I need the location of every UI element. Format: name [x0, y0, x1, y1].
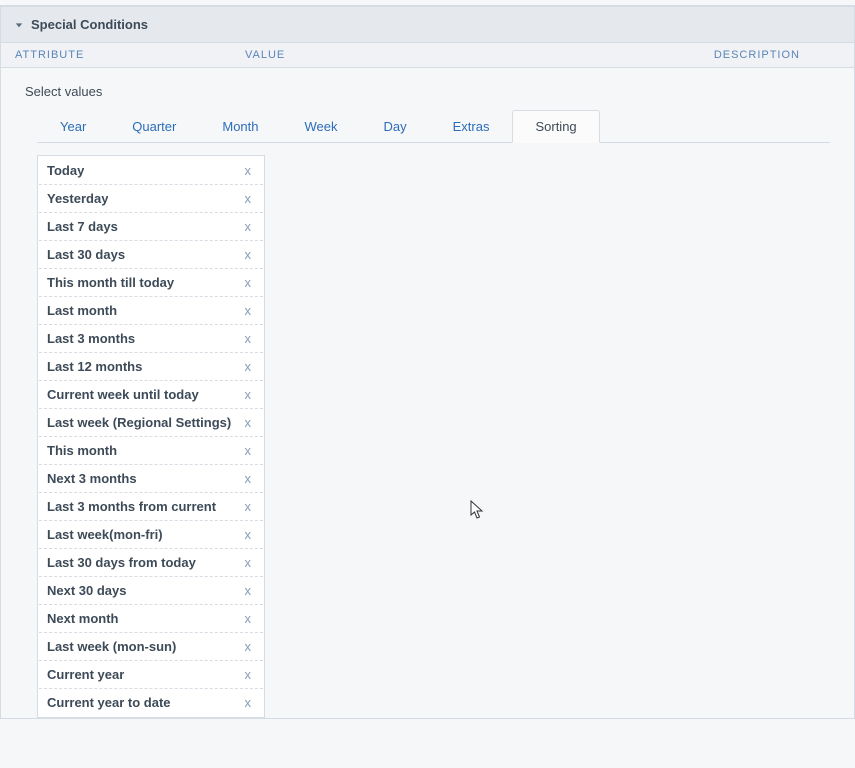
list-item[interactable]: Last 30 days from today x: [39, 549, 263, 577]
remove-icon[interactable]: x: [243, 359, 254, 374]
list-item-label: Current year to date: [47, 695, 171, 710]
list-item-label: Last 3 months from current: [47, 499, 216, 514]
remove-icon[interactable]: x: [243, 163, 254, 178]
list-item[interactable]: Next month x: [39, 605, 263, 633]
tab-sorting[interactable]: Sorting: [512, 110, 599, 143]
list-item-label: This month till today: [47, 275, 174, 290]
panel-header[interactable]: Special Conditions: [1, 7, 854, 43]
tab-extras[interactable]: Extras: [430, 110, 513, 143]
tab-day[interactable]: Day: [361, 110, 430, 143]
remove-icon[interactable]: x: [243, 275, 254, 290]
collapse-icon: [15, 17, 23, 32]
remove-icon[interactable]: x: [243, 443, 254, 458]
remove-icon[interactable]: x: [243, 639, 254, 654]
tabs-bar: YearQuarterMonthWeekDayExtrasSorting: [37, 109, 830, 143]
column-header-attribute: ATTRIBUTE: [15, 49, 245, 61]
list-item-label: Last 3 months: [47, 331, 135, 346]
remove-icon[interactable]: x: [243, 555, 254, 570]
list-item[interactable]: Today x: [39, 157, 263, 185]
list-item[interactable]: Last week (mon-sun) x: [39, 633, 263, 661]
list-item-label: Next 3 months: [47, 471, 137, 486]
list-item-label: Next 30 days: [47, 583, 127, 598]
list-item-label: Last 30 days: [47, 247, 125, 262]
list-item-label: Last 7 days: [47, 219, 118, 234]
list-item-label: Last week(mon-fri): [47, 527, 163, 542]
list-item[interactable]: Current year x: [39, 661, 263, 689]
remove-icon[interactable]: x: [243, 695, 254, 710]
list-item[interactable]: Last week (Regional Settings) x: [39, 409, 263, 437]
list-item[interactable]: This month till today x: [39, 269, 263, 297]
list-item-label: Last 12 months: [47, 359, 142, 374]
tab-year[interactable]: Year: [37, 110, 109, 143]
list-item-label: Today: [47, 163, 84, 178]
remove-icon[interactable]: x: [243, 471, 254, 486]
list-item[interactable]: Last 3 months x: [39, 325, 263, 353]
list-item[interactable]: Current week until today x: [39, 381, 263, 409]
list-item-label: Last week (mon-sun): [47, 639, 176, 654]
list-item-label: Last month: [47, 303, 117, 318]
special-conditions-panel: Special Conditions ATTRIBUTE VALUE DESCR…: [0, 5, 855, 719]
list-item[interactable]: This month x: [39, 437, 263, 465]
remove-icon[interactable]: x: [243, 191, 254, 206]
list-item[interactable]: Next 3 months x: [39, 465, 263, 493]
list-item[interactable]: Last 7 days x: [39, 213, 263, 241]
remove-icon[interactable]: x: [243, 331, 254, 346]
column-headers: ATTRIBUTE VALUE DESCRIPTION: [1, 43, 854, 68]
list-item[interactable]: Yesterday x: [39, 185, 263, 213]
list-item-label: Yesterday: [47, 191, 108, 206]
sorting-list: TodayxYesterdayxLast 7 daysxLast 30 days…: [37, 155, 265, 718]
remove-icon[interactable]: x: [243, 387, 254, 402]
list-item[interactable]: Next 30 days x: [39, 577, 263, 605]
remove-icon[interactable]: x: [243, 219, 254, 234]
list-item[interactable]: Last 3 months from current x: [39, 493, 263, 521]
list-item-label: Last week (Regional Settings): [47, 415, 231, 430]
list-item-label: This month: [47, 443, 117, 458]
content-area: Select values YearQuarterMonthWeekDayExt…: [1, 68, 854, 718]
list-item[interactable]: Last month x: [39, 297, 263, 325]
remove-icon[interactable]: x: [243, 499, 254, 514]
remove-icon[interactable]: x: [243, 415, 254, 430]
list-item[interactable]: Last week(mon-fri) x: [39, 521, 263, 549]
tab-month[interactable]: Month: [199, 110, 281, 143]
remove-icon[interactable]: x: [243, 611, 254, 626]
list-item-label: Last 30 days from today: [47, 555, 196, 570]
select-values-label: Select values: [25, 84, 830, 99]
tab-quarter[interactable]: Quarter: [109, 110, 199, 143]
tab-week[interactable]: Week: [282, 110, 361, 143]
remove-icon[interactable]: x: [243, 667, 254, 682]
column-header-description: DESCRIPTION: [605, 49, 840, 61]
list-item[interactable]: Last 12 months x: [39, 353, 263, 381]
list-item-label: Next month: [47, 611, 119, 626]
remove-icon[interactable]: x: [243, 527, 254, 542]
panel-title: Special Conditions: [31, 17, 148, 32]
list-item[interactable]: Last 30 days x: [39, 241, 263, 269]
remove-icon[interactable]: x: [243, 583, 254, 598]
list-item-label: Current week until today: [47, 387, 199, 402]
list-item-label: Current year: [47, 667, 124, 682]
list-item[interactable]: Current year to date x: [39, 689, 263, 716]
remove-icon[interactable]: x: [243, 303, 254, 318]
column-header-value: VALUE: [245, 49, 605, 61]
remove-icon[interactable]: x: [243, 247, 254, 262]
